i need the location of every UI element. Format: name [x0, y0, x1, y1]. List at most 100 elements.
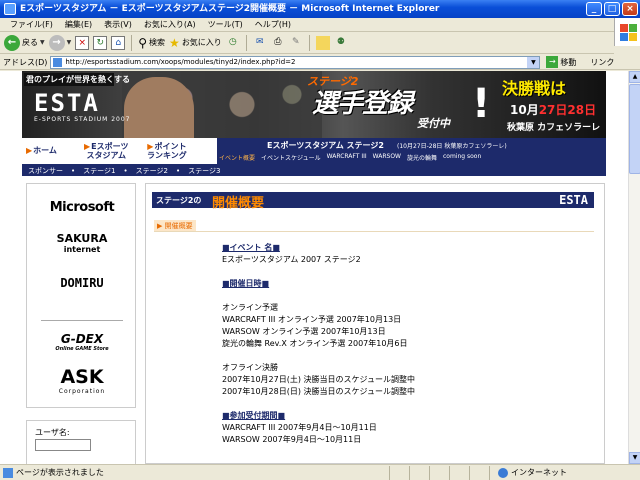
link-warsow[interactable]: WARSOW — [373, 153, 401, 162]
sponsor-list: Microsoft SAKURA internet DOMIRU G-DEX O… — [26, 183, 136, 408]
forward-button[interactable]: → ▼ — [48, 34, 72, 51]
title-bar[interactable]: Eスポーツスタジアム － Eスポーツスタジアムステージ2開催概要 － Micro… — [0, 0, 640, 18]
section-divider — [154, 231, 594, 232]
link-event-schedule[interactable]: イベントスケジュール — [261, 153, 321, 162]
online-label: オンライン予選 — [222, 303, 278, 312]
forward-arrow-icon: → — [48, 34, 65, 51]
menu-file[interactable]: ファイル(F) — [4, 19, 59, 30]
page-title: 開催概要 — [212, 196, 265, 211]
scroll-down-icon[interactable]: ▼ — [629, 452, 640, 464]
dropdown-icon[interactable]: ▼ — [67, 39, 72, 46]
heading-event-name: ■イベント 名■ — [222, 243, 280, 252]
menu-view[interactable]: 表示(V) — [98, 19, 138, 30]
folder-icon[interactable] — [315, 35, 330, 50]
username-label: ユーザ名: — [35, 428, 70, 437]
banner-final-title: 決勝戦は — [502, 79, 567, 98]
stop-icon[interactable]: × — [75, 35, 90, 50]
main-nav: ▶ホーム ▶Eスポーツ スタジアム ▶ポイント ランキング Eスポーツスタジアム… — [22, 138, 606, 166]
dropdown-icon[interactable]: ▼ — [40, 39, 45, 46]
windows-logo-icon — [614, 18, 640, 46]
favorites-button[interactable]: ★ お気に入り — [169, 36, 222, 50]
menu-favorites[interactable]: お気に入り(A) — [138, 19, 202, 30]
stage-nav-title: Eスポーツスタジアム ステージ2 — [267, 141, 384, 150]
banner-player-photo — [124, 77, 194, 138]
banner-accepting: 受付中 — [417, 117, 450, 130]
close-button[interactable]: × — [622, 2, 638, 16]
event-details: ■イベント 名■ Eスポーツスタジアム 2007 ステージ2 ■開催日時■ オン… — [222, 242, 582, 446]
sponsor-sakura[interactable]: SAKURA internet — [27, 232, 137, 254]
subnav-stage3[interactable]: ステージ3 — [188, 166, 220, 176]
back-arrow-icon: ← — [4, 34, 20, 51]
sponsor-ask[interactable]: ASK Corporation — [27, 366, 137, 395]
entry-warsow: WARSOW 2007年9月4日～10月11日 — [222, 435, 362, 444]
refresh-icon[interactable]: ↻ — [93, 35, 108, 50]
nav-esports-stadium[interactable]: ▶Eスポーツ スタジアム — [84, 142, 128, 160]
menu-tools[interactable]: ツール(T) — [202, 19, 249, 30]
scroll-thumb[interactable] — [629, 84, 640, 174]
sponsor-domiru[interactable]: DOMIRU — [27, 276, 137, 290]
sponsor-microsoft[interactable]: Microsoft — [27, 200, 137, 215]
messenger-icon[interactable]: ⚉ — [334, 36, 348, 50]
window-title: Eスポーツスタジアム － Eスポーツスタジアムステージ2開催概要 － Micro… — [20, 4, 440, 14]
menu-help[interactable]: ヘルプ(H) — [249, 19, 297, 30]
favorites-label: お気に入り — [181, 38, 222, 47]
sidebar: Microsoft SAKURA internet DOMIRU G-DEX O… — [22, 183, 140, 464]
link-senko[interactable]: 旋光の輪舞 — [407, 153, 437, 162]
menu-edit[interactable]: 編集(E) — [59, 19, 98, 30]
back-button[interactable]: ← 戻る ▼ — [4, 34, 45, 51]
toolbar: ← 戻る ▼ → ▼ × ↻ ⌂ ⚲ 検索 ★ お気に入り ◷ ✉ ⎙ ✎ ⚉ — [0, 32, 614, 54]
nav-point-ranking[interactable]: ▶ポイント ランキング — [147, 142, 187, 160]
content-header-logo: ESTA — [559, 193, 588, 207]
internet-zone-icon — [498, 467, 508, 478]
content-header: ステージ2の 開催概要 ESTA — [152, 192, 594, 211]
login-box: ユーザ名: — [26, 420, 136, 464]
menu-bar: ファイル(F) 編集(E) 表示(V) お気に入り(A) ツール(T) ヘルプ(… — [0, 18, 640, 32]
address-label: アドレス(D) — [3, 57, 48, 67]
minimize-button[interactable]: _ — [586, 2, 602, 16]
home-icon[interactable]: ⌂ — [111, 35, 126, 50]
page-icon — [53, 57, 63, 67]
site-banner[interactable]: 君のプレイが世界を熱くする ESTA E-SPORTS STADIUM 2007… — [22, 71, 606, 138]
go-label: 移動 — [560, 57, 577, 67]
status-text: ページが表示されました — [16, 468, 104, 477]
sponsor-gdex[interactable]: G-DEX Online GAME Store — [27, 332, 137, 352]
star-icon: ★ — [169, 35, 180, 50]
mail-icon[interactable]: ✉ — [253, 36, 267, 50]
link-coming-soon[interactable]: coming soon — [443, 153, 481, 162]
entry-warcraft: WARCRAFT III 2007年9月4日～10月11日 — [222, 423, 377, 432]
content-header-stage: ステージ2の — [156, 196, 202, 205]
subnav-stage1[interactable]: ステージ1 — [83, 166, 115, 176]
link-event-overview[interactable]: イベント概要 — [219, 153, 255, 162]
maximize-button[interactable]: □ — [604, 2, 620, 16]
scroll-up-icon[interactable]: ▲ — [629, 71, 640, 83]
address-dropdown-icon[interactable]: ▼ — [527, 56, 540, 68]
address-input[interactable]: http://esportsstadium.com/xoops/modules/… — [50, 55, 541, 69]
online-warsow: WARSOW オンライン予選 2007年10月13日 — [222, 327, 386, 336]
esta-logo-sub: E-SPORTS STADIUM 2007 — [34, 116, 131, 123]
subnav-sponsor[interactable]: スポンサー — [28, 166, 63, 176]
go-button[interactable]: → 移動 — [546, 56, 576, 68]
banner-entry: 選手登録 — [312, 89, 413, 119]
username-input[interactable] — [35, 439, 91, 451]
banner-exclamation: ! — [472, 81, 491, 127]
heading-entry-period: ■参加受付期間■ — [222, 411, 286, 420]
search-label: 検索 — [149, 38, 166, 47]
go-arrow-icon: → — [546, 56, 559, 68]
history-icon[interactable]: ◷ — [226, 36, 240, 50]
stage-nav-panel: Eスポーツスタジアム ステージ2 (10月27日-28日 秋葉原カフェソラーレ)… — [217, 138, 606, 166]
banner-final-date: 10月27日28日 — [510, 103, 597, 117]
address-url[interactable]: http://esportsstadium.com/xoops/modules/… — [65, 58, 527, 66]
search-button[interactable]: ⚲ 検索 — [138, 36, 165, 50]
vertical-scrollbar[interactable]: ▲ ▼ — [628, 71, 640, 464]
esta-logo[interactable]: ESTA — [34, 89, 100, 117]
links-button[interactable]: リンク — [590, 57, 614, 68]
link-warcraft[interactable]: WARCRAFT III — [327, 153, 367, 162]
subnav-stage2[interactable]: ステージ2 — [136, 166, 168, 176]
sub-nav: スポンサー • ステージ1 • ステージ2 • ステージ3 — [22, 166, 606, 176]
online-warcraft: WARCRAFT III オンライン予選 2007年10月13日 — [222, 315, 402, 324]
print-icon[interactable]: ⎙ — [271, 36, 285, 50]
zone-label: インターネット — [511, 468, 567, 477]
address-bar: アドレス(D) http://esportsstadium.com/xoops/… — [0, 55, 640, 70]
edit-icon[interactable]: ✎ — [289, 36, 303, 50]
nav-home[interactable]: ▶ホーム — [26, 146, 57, 155]
